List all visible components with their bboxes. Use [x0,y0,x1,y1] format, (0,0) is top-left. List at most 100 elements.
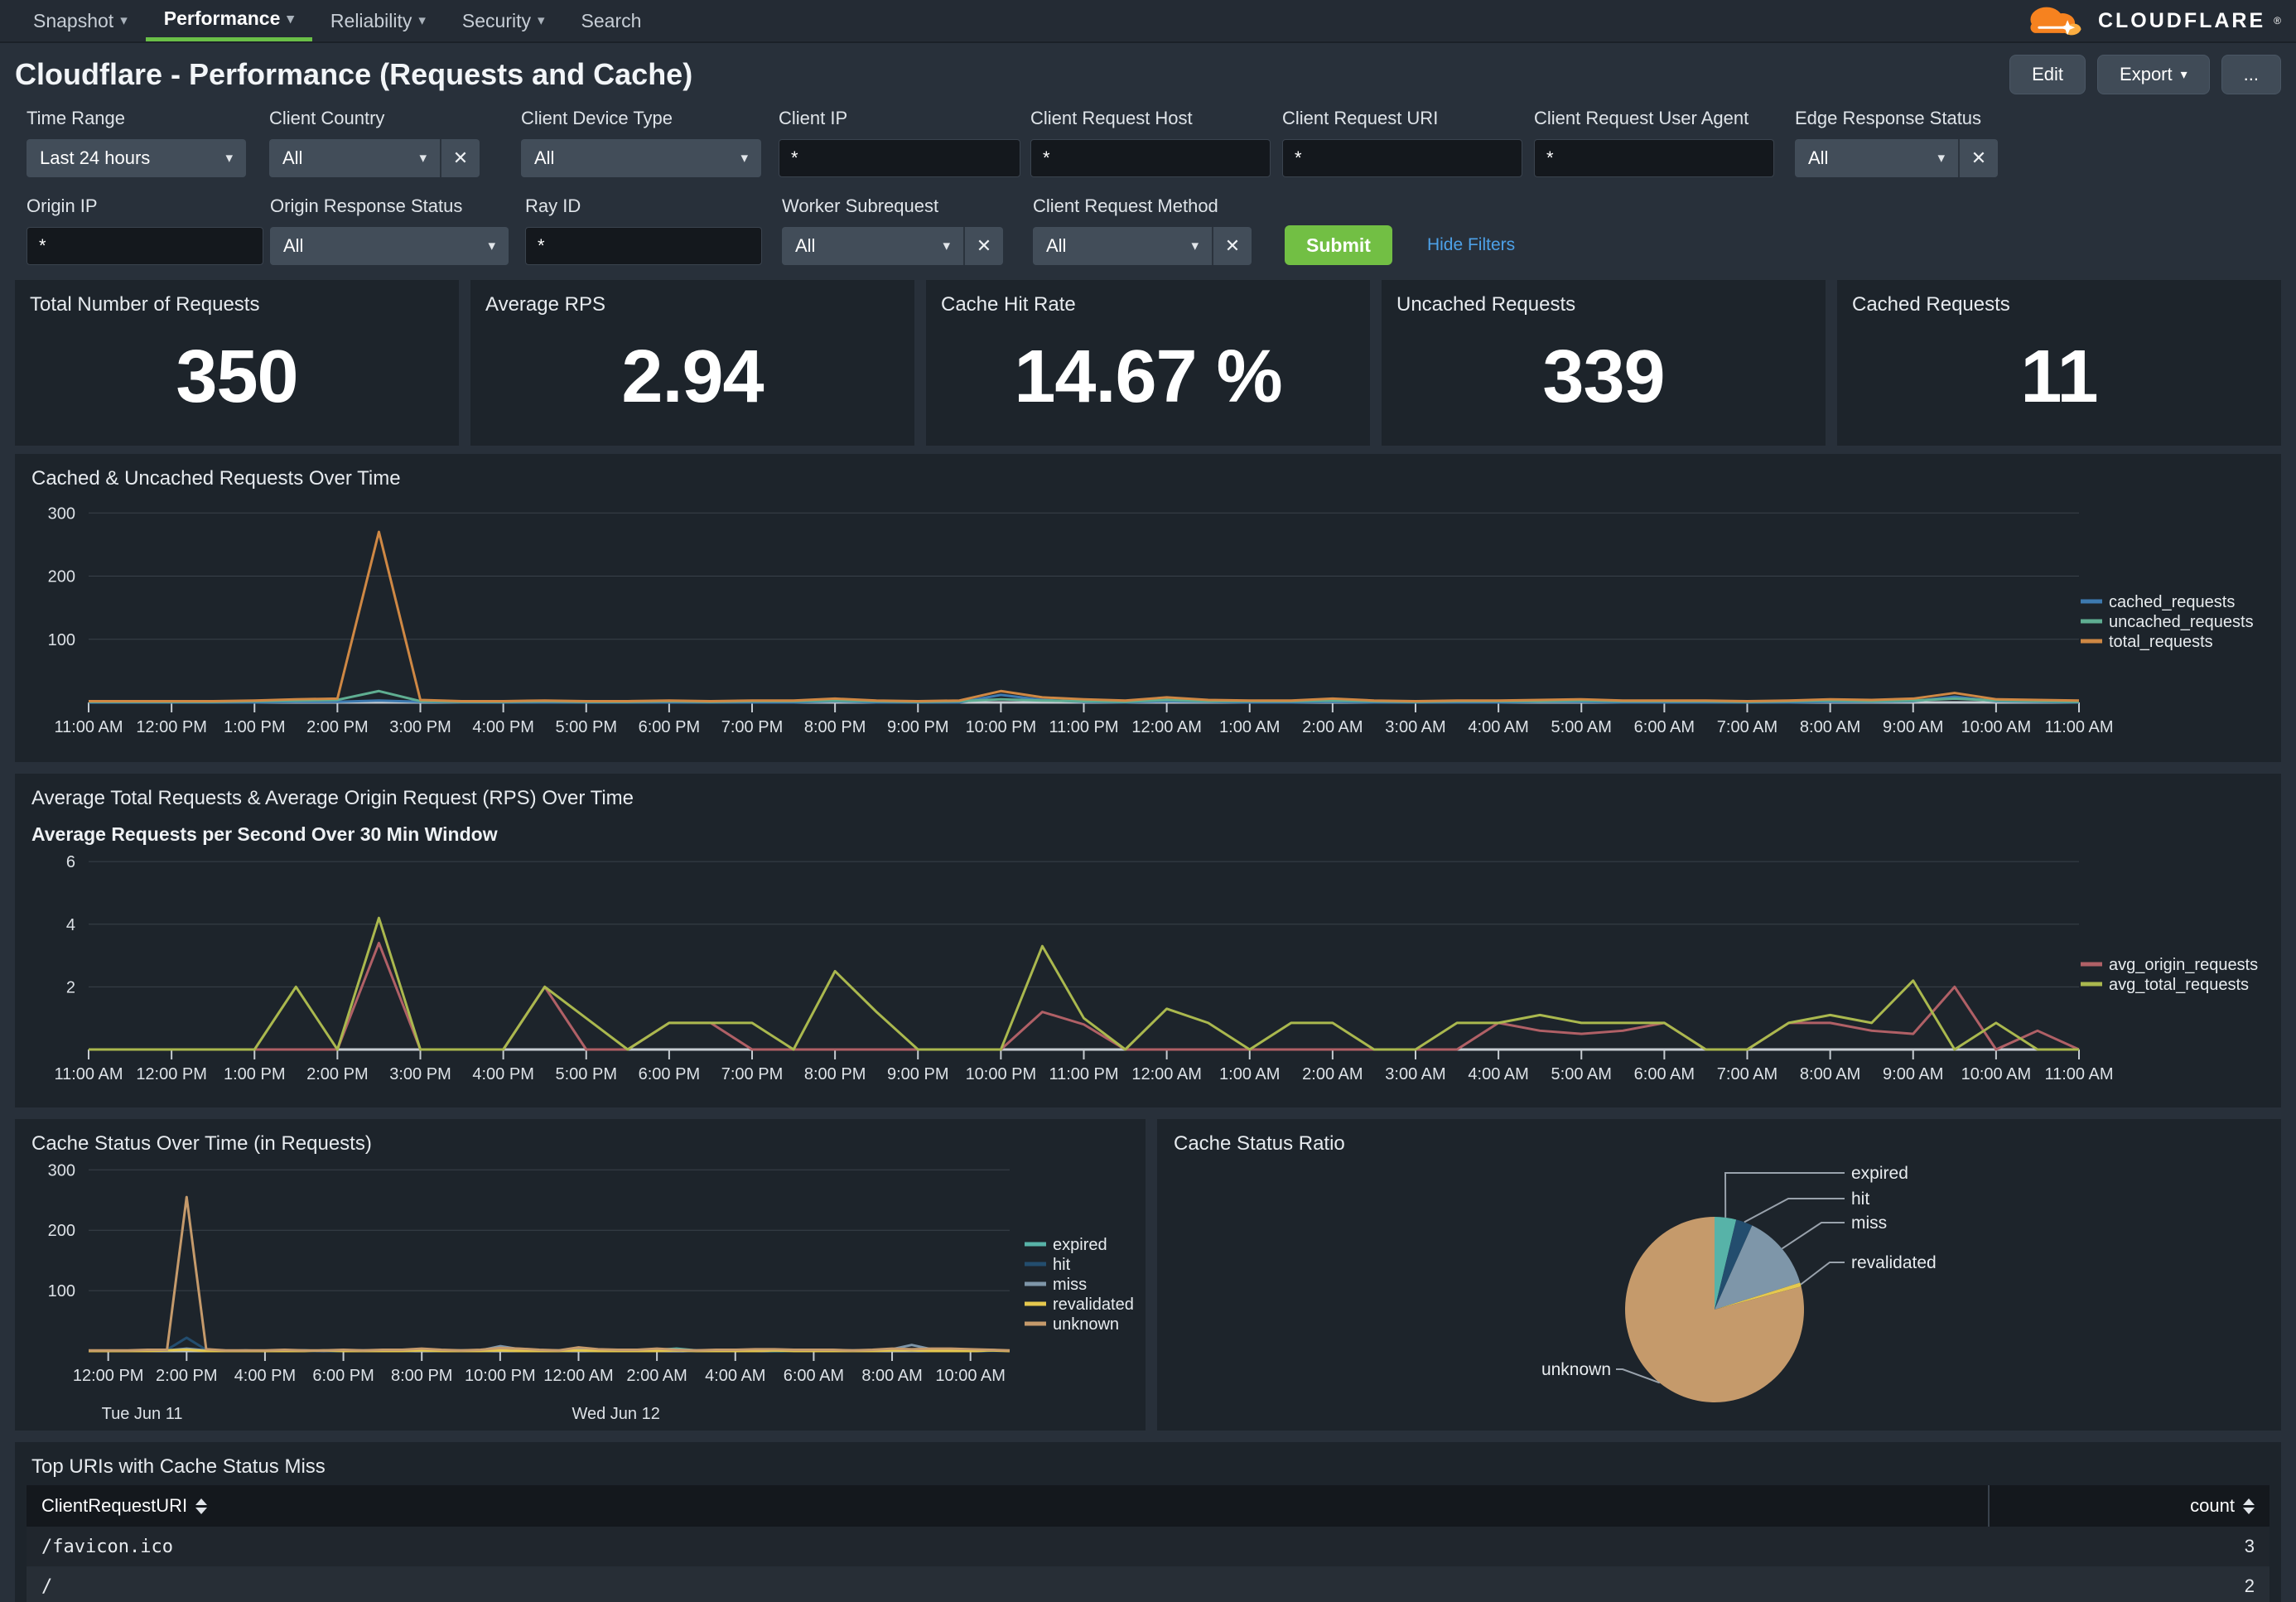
svg-text:4:00 PM: 4:00 PM [234,1367,296,1385]
nav-item-snapshot[interactable]: Snapshot ▾ [15,0,146,41]
nav-item-search[interactable]: Search [563,0,660,41]
svg-text:12:00 AM: 12:00 AM [1131,718,1202,736]
svg-text:3:00 AM: 3:00 AM [1385,718,1445,736]
client-request-host-input[interactable] [1030,139,1271,177]
filter-client-request-method: Client Request Method All ▾ ✕ [1033,195,1252,265]
svg-text:4: 4 [66,916,75,934]
uri-cell: / [27,1576,1988,1597]
time-range-select[interactable]: Last 24 hours ▾ [27,139,246,177]
submit-button[interactable]: Submit [1285,225,1392,265]
nav-item-performance[interactable]: Performance ▾ [146,0,312,41]
svg-text:5:00 AM: 5:00 AM [1551,1065,1612,1083]
caret-down-icon: ▾ [225,150,233,166]
svg-text:2:00 PM: 2:00 PM [306,1065,368,1083]
average-rps-chart: 24611:00 AM12:00 PM1:00 PM2:00 PM3:00 PM… [27,847,2269,1096]
caret-down-icon: ▾ [1937,150,1945,166]
svg-text:300: 300 [48,504,75,523]
chart-title: Cached & Uncached Requests Over Time [31,467,2269,490]
filter-client-device-type: Client Device Type All ▾ [521,108,761,177]
svg-text:unknown: unknown [1541,1360,1611,1379]
column-header-clientrequesturi[interactable]: ClientRequestURI [27,1485,1988,1527]
svg-text:hit: hit [1053,1256,1071,1274]
clear-client-country-button[interactable]: ✕ [440,139,480,177]
sort-icon [195,1498,207,1514]
svg-text:8:00 PM: 8:00 PM [804,718,866,736]
svg-text:100: 100 [48,631,75,649]
svg-text:9:00 AM: 9:00 AM [1883,1065,1943,1083]
column-header-count[interactable]: count [1988,1485,2269,1527]
client-country-select[interactable]: All ▾ [269,139,440,177]
svg-text:8:00 PM: 8:00 PM [391,1367,452,1385]
svg-text:6:00 PM: 6:00 PM [639,1065,700,1083]
svg-text:12:00 AM: 12:00 AM [543,1367,614,1385]
svg-text:total_requests: total_requests [2109,633,2213,651]
panel-cache-status-ratio: Cache Status Ratio expiredhitmissrevalid… [1157,1119,2281,1431]
origin-ip-input[interactable] [27,227,263,265]
client-device-type-select[interactable]: All ▾ [521,139,761,177]
caret-down-icon: ▾ [419,150,427,166]
svg-text:miss: miss [1851,1214,1887,1233]
client-request-user-agent-input[interactable] [1534,139,1774,177]
export-button[interactable]: Export ▾ [2097,55,2210,94]
stat-value: 14.67 % [941,335,1355,420]
hide-filters-link[interactable]: Hide Filters [1427,235,1515,255]
svg-text:10:00 AM: 10:00 AM [935,1367,1006,1385]
svg-text:1:00 AM: 1:00 AM [1219,1065,1280,1083]
svg-text:9:00 AM: 9:00 AM [1883,718,1943,736]
svg-text:2:00 AM: 2:00 AM [1302,718,1363,736]
caret-down-icon: ▾ [287,11,294,27]
clear-edge-response-status-button[interactable]: ✕ [1958,139,1998,177]
nav-item-security[interactable]: Security ▾ [444,0,563,41]
client-request-uri-input[interactable] [1282,139,1522,177]
svg-text:1:00 AM: 1:00 AM [1219,718,1280,736]
stat-cached-requests: Cached Requests 11 [1837,280,2281,446]
svg-text:unknown: unknown [1053,1315,1119,1334]
svg-text:7:00 AM: 7:00 AM [1717,1065,1777,1083]
svg-text:Tue Jun 11: Tue Jun 11 [102,1405,183,1419]
stat-value: 2.94 [485,335,900,420]
table-title: Top URIs with Cache Status Miss [31,1455,2269,1479]
svg-text:6:00 AM: 6:00 AM [1634,718,1695,736]
svg-text:6: 6 [66,853,75,871]
svg-text:6:00 PM: 6:00 PM [639,718,700,736]
svg-text:11:00 AM: 11:00 AM [2044,1065,2113,1083]
svg-text:8:00 AM: 8:00 AM [1800,1065,1860,1083]
clear-worker-subrequest-button[interactable]: ✕ [963,227,1003,265]
worker-subrequest-select[interactable]: All ▾ [782,227,963,265]
ray-id-input[interactable] [525,227,762,265]
svg-text:8:00 AM: 8:00 AM [861,1367,922,1385]
panel-average-rps-over-time: Average Total Requests & Average Origin … [15,774,2281,1107]
more-options-button[interactable]: ... [2221,55,2281,94]
svg-text:9:00 PM: 9:00 PM [887,1065,948,1083]
svg-text:expired: expired [1851,1164,1908,1183]
svg-text:3:00 AM: 3:00 AM [1385,1065,1445,1083]
svg-text:200: 200 [48,568,75,586]
filter-client-request-user-agent: Client Request User Agent [1534,108,1774,177]
table-row: /favicon.ico 3 [27,1527,2269,1566]
edit-button[interactable]: Edit [2009,55,2086,94]
svg-text:8:00 AM: 8:00 AM [1800,718,1860,736]
client-request-method-select[interactable]: All ▾ [1033,227,1212,265]
svg-text:avg_origin_requests: avg_origin_requests [2109,956,2258,974]
clear-client-request-method-button[interactable]: ✕ [1212,227,1252,265]
filter-edge-response-status: Edge Response Status All ▾ ✕ [1795,108,1998,177]
svg-text:9:00 PM: 9:00 PM [887,718,948,736]
origin-response-status-select[interactable]: All ▾ [270,227,509,265]
client-ip-input[interactable] [779,139,1020,177]
edge-response-status-select[interactable]: All ▾ [1795,139,1958,177]
chart-title: Cache Status Ratio [1174,1132,2269,1156]
svg-text:7:00 AM: 7:00 AM [1717,718,1777,736]
filter-ray-id: Ray ID [525,195,762,265]
stat-row: Total Number of Requests 350 Average RPS… [15,280,2281,446]
svg-text:12:00 PM: 12:00 PM [136,718,207,736]
svg-text:10:00 AM: 10:00 AM [1961,718,2032,736]
count-cell: 3 [1988,1536,2269,1557]
stat-value: 339 [1396,335,1811,420]
table-header-row: ClientRequestURI count [27,1485,2269,1527]
filter-origin-response-status: Origin Response Status All ▾ [270,195,509,265]
uri-cell: /favicon.ico [27,1537,1988,1557]
caret-down-icon: ▾ [418,12,426,29]
chart-title: Average Total Requests & Average Origin … [31,787,2269,810]
svg-text:10:00 AM: 10:00 AM [1961,1065,2032,1083]
nav-item-reliability[interactable]: Reliability ▾ [312,0,444,41]
